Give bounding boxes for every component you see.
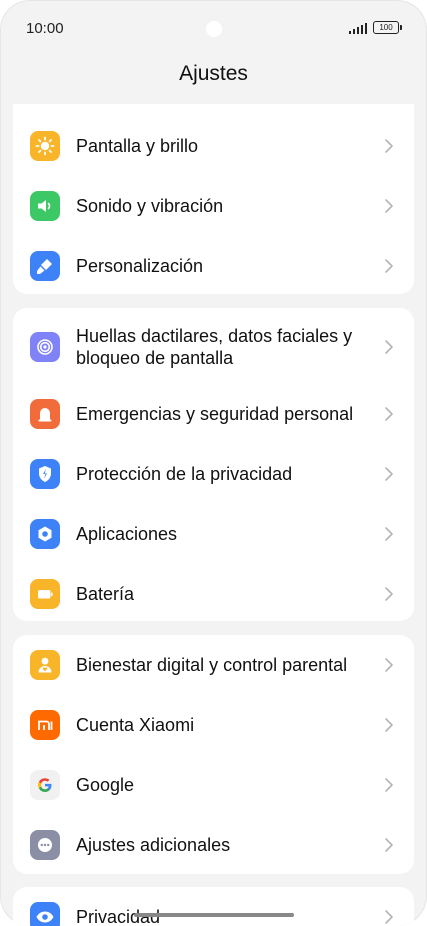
system-icons: 100 [349,21,402,34]
status-bar: 10:00 100 [0,0,427,58]
hexagon-gear-icon [30,519,60,549]
siren-icon [30,399,60,429]
chevron-right-icon [385,527,393,541]
chevron-right-icon [385,199,393,213]
settings-item-wellbeing[interactable]: Bienestar digital y control parental [13,635,414,695]
chevron-right-icon [385,838,393,852]
settings-group-display: Pantalla y brillo Sonido y vibración Per… [13,104,414,294]
settings-item-xiaomi-account[interactable]: Cuenta Xiaomi [13,695,414,755]
brush-icon [30,251,60,281]
settings-item-label: Aplicaciones [76,524,178,544]
eye-icon [30,902,60,926]
chevron-right-icon [385,139,393,153]
status-time: 10:00 [26,20,64,37]
settings-item-privacy[interactable]: Privacidad [13,887,414,926]
settings-item-label: Ajustes adicionales [76,835,231,855]
settings-item-label: Bienestar digital y control parental [76,655,348,675]
fingerprint-icon [30,332,60,362]
settings-item-label: Batería [76,584,135,604]
home-indicator[interactable] [134,913,294,917]
settings-item-google[interactable]: Google [13,755,414,815]
settings-item-battery[interactable]: Batería [13,564,414,624]
settings-item-emergency[interactable]: Emergencias y seguridad personal [13,384,414,444]
chevron-right-icon [385,407,393,421]
sun-icon [30,131,60,161]
chevron-right-icon [385,587,393,601]
speaker-icon [30,191,60,221]
settings-screen: 10:00 100 Ajustes Pantalla y brillo Soni… [0,0,427,926]
settings-item-display[interactable]: Pantalla y brillo [13,116,414,176]
chevron-right-icon [385,340,393,354]
chevron-right-icon [385,658,393,672]
person-heart-icon [30,650,60,680]
settings-item-personalization[interactable]: Personalización [13,236,414,296]
mi-logo-icon [30,710,60,740]
settings-item-label: Emergencias y seguridad personal [76,404,354,424]
settings-item-label: Protección de la privacidad [76,464,293,484]
more-dots-icon [30,830,60,860]
settings-item-label: Cuenta Xiaomi [76,715,195,735]
battery-status-icon: 100 [373,21,402,34]
settings-group-accounts: Bienestar digital y control parental Cue… [13,635,414,874]
chevron-right-icon [385,467,393,481]
battery-icon [30,579,60,609]
settings-item-label: Google [76,775,135,795]
settings-item-privacy-protection[interactable]: Protección de la privacidad [13,444,414,504]
settings-item-label: Huellas dactilares, datos faciales y blo… [76,326,353,368]
settings-item-sound[interactable]: Sonido y vibración [13,176,414,236]
front-camera [206,21,222,37]
chevron-right-icon [385,259,393,273]
chevron-right-icon [385,910,393,924]
settings-item-apps[interactable]: Aplicaciones [13,504,414,564]
chevron-right-icon [385,718,393,732]
settings-item-fingerprint[interactable]: Huellas dactilares, datos faciales y blo… [13,314,414,380]
settings-item-additional[interactable]: Ajustes adicionales [13,815,414,875]
settings-item-label: Personalización [76,256,204,276]
page-title: Ajustes [179,62,248,85]
shield-icon [30,459,60,489]
settings-group-security: Huellas dactilares, datos faciales y blo… [13,308,414,621]
settings-group-privacy: Privacidad [13,887,414,926]
signal-icon [349,22,367,34]
battery-level: 100 [379,23,393,32]
settings-item-label: Sonido y vibración [76,196,224,216]
google-g-icon [30,770,60,800]
settings-item-label: Pantalla y brillo [76,136,199,156]
chevron-right-icon [385,778,393,792]
